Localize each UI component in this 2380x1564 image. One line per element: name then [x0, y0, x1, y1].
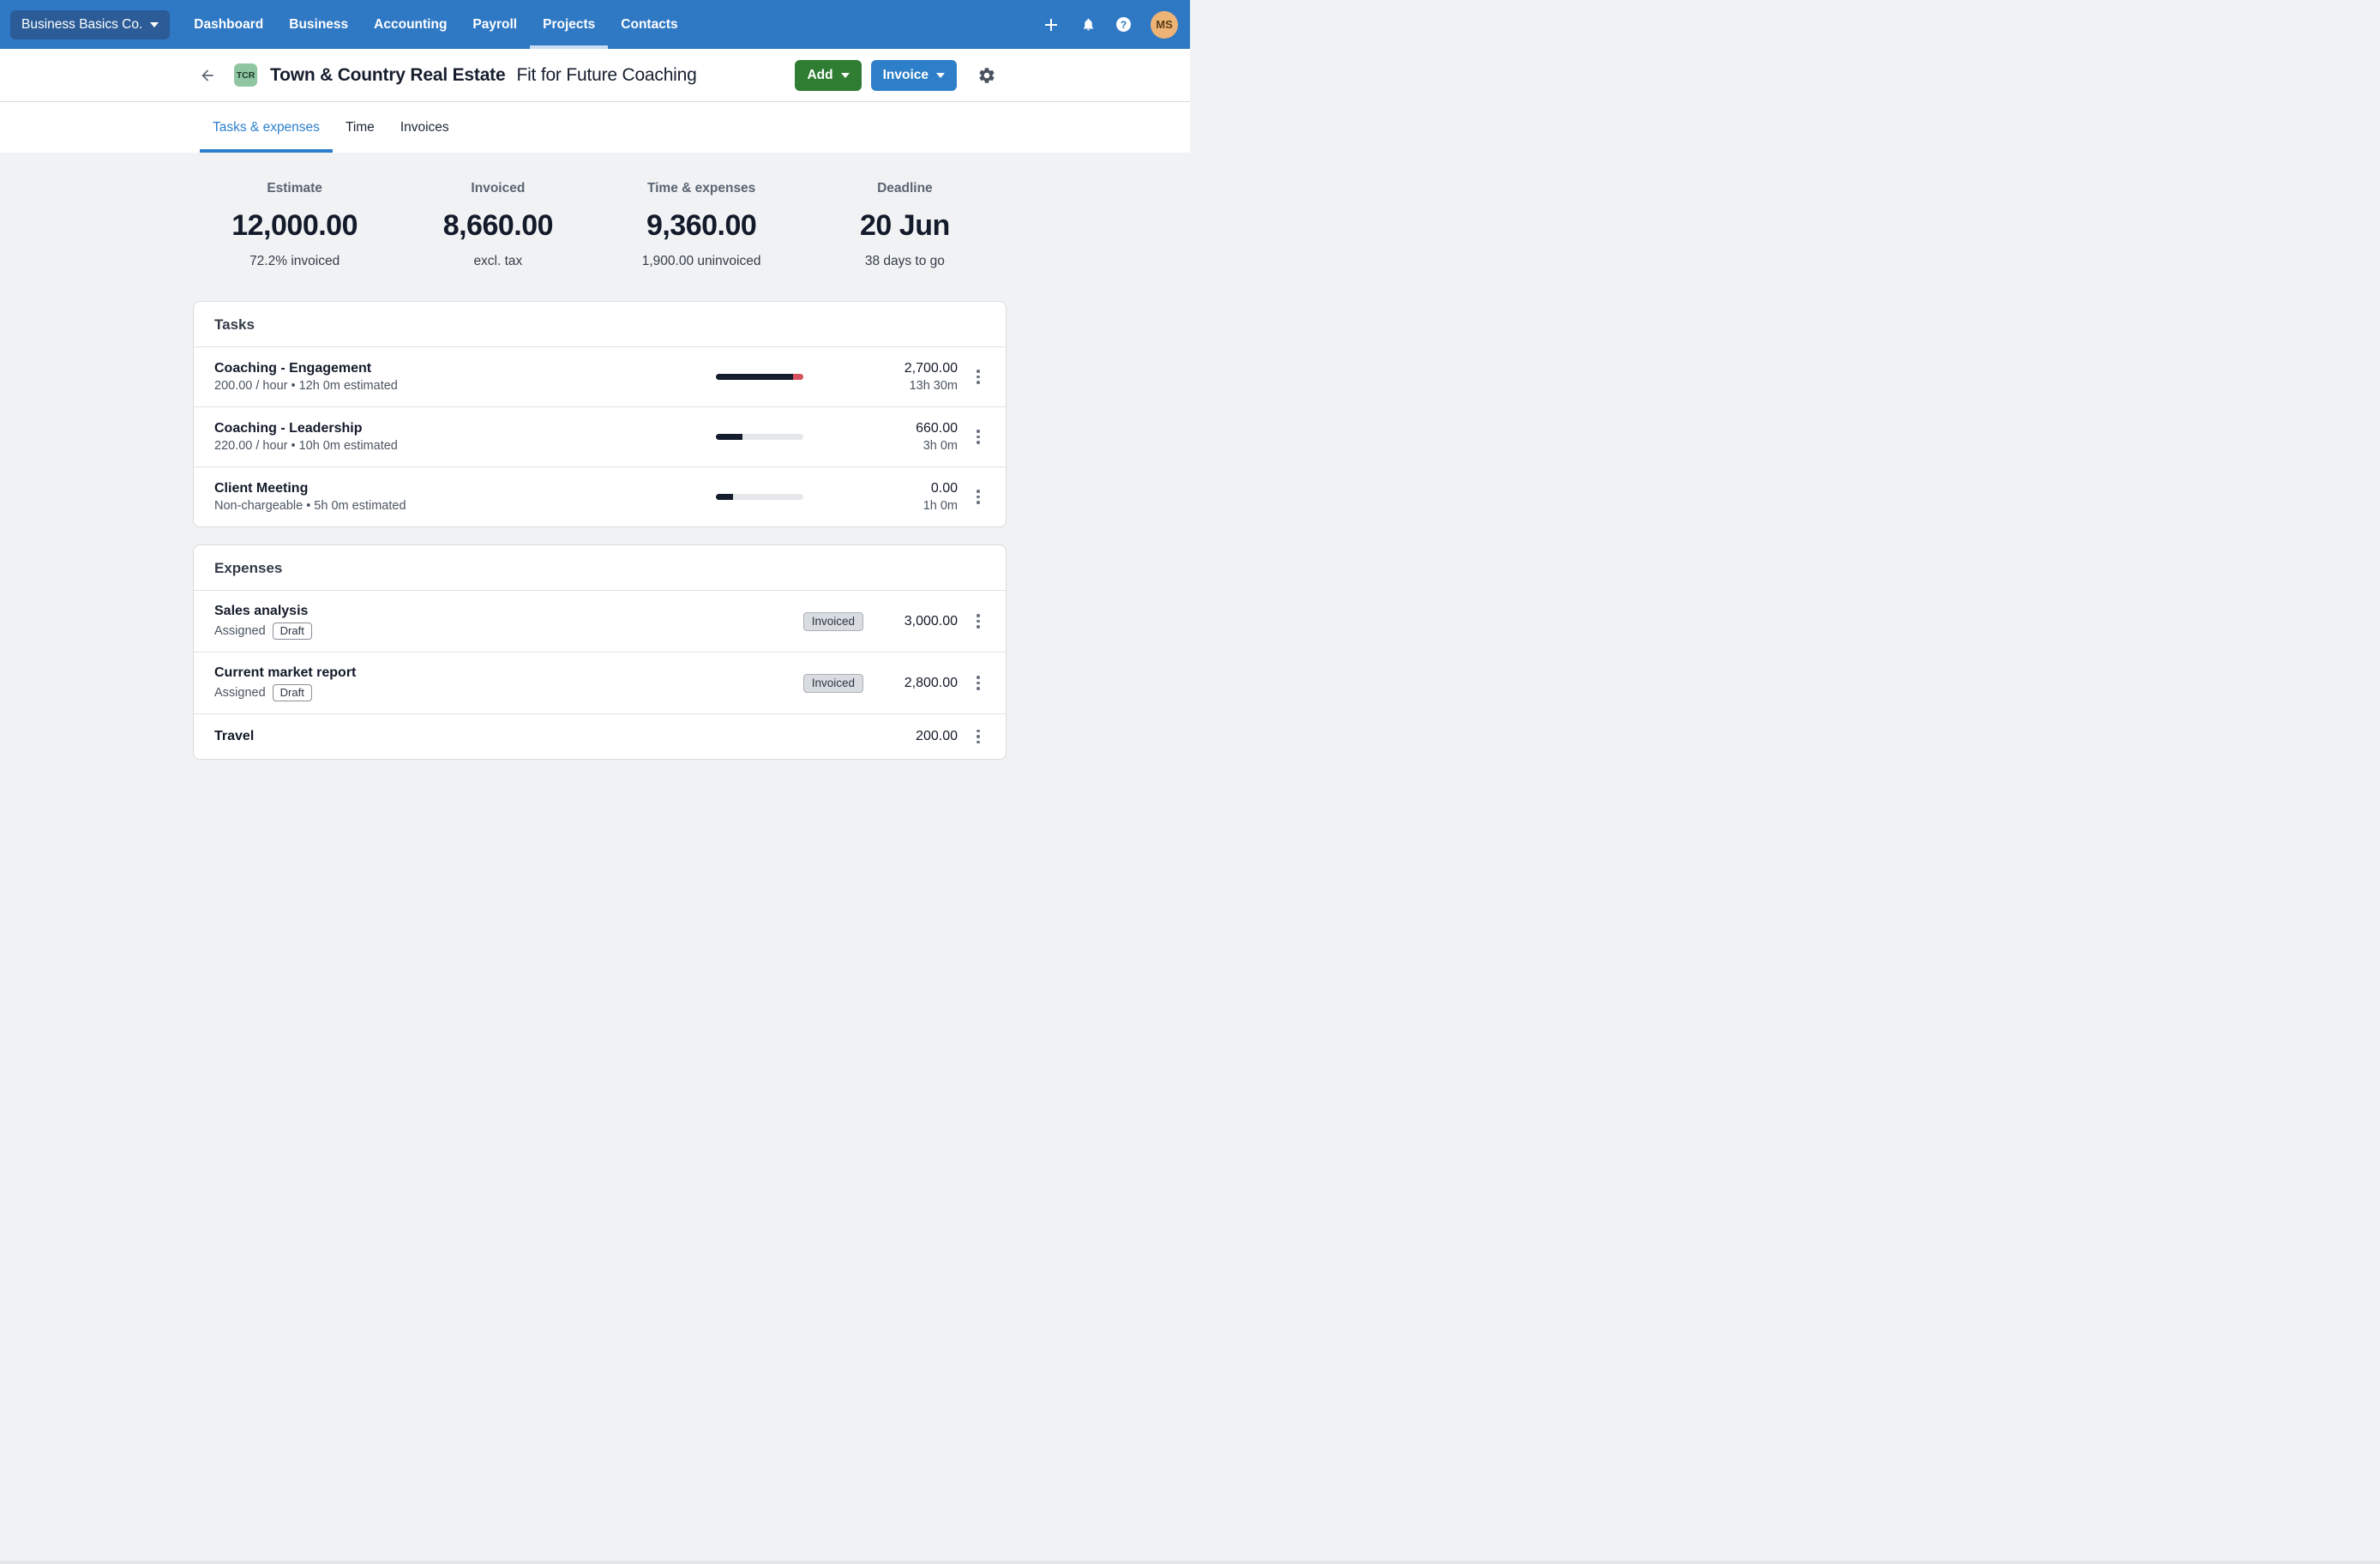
nav-item-business[interactable]: Business — [276, 0, 361, 49]
tab-bar: Tasks & expenses Time Invoices — [0, 102, 1190, 153]
table-row: Sales analysis Assigned Draft Invoiced 3,000… — [194, 590, 1006, 652]
add-button-label: Add — [807, 67, 833, 82]
stat-label: Deadline — [877, 181, 933, 196]
expenses-card-title: Expenses — [214, 560, 283, 576]
tab-time[interactable]: Time — [333, 102, 388, 153]
stat-invoiced: Invoiced 8,660.00 excl. tax — [396, 181, 599, 269]
tab-invoices[interactable]: Invoices — [388, 102, 462, 153]
expense-amount: 2,800.00 — [904, 675, 958, 690]
kebab-menu-icon[interactable] — [963, 482, 994, 513]
chevron-down-icon — [840, 72, 850, 78]
task-amount: 2,700.00 — [904, 361, 958, 376]
invoiced-badge: Invoiced — [802, 673, 863, 693]
project-initials-badge: TCR — [234, 63, 257, 87]
stat-label: Estimate — [267, 181, 322, 196]
header-actions: Add Invoice — [795, 59, 998, 91]
stat-value: 20 Jun — [860, 209, 950, 242]
add-button[interactable]: Add — [795, 59, 862, 91]
expense-name[interactable]: Sales analysis — [214, 604, 803, 619]
chevron-down-icon — [936, 72, 945, 78]
summary-stats: Estimate 12,000.00 72.2% invoiced Invoiced 8… — [193, 181, 1007, 269]
task-time: 13h 30m — [909, 379, 958, 393]
table-row: Client Meeting Non-chargeable • 5h 0m est… — [194, 466, 1006, 526]
kebab-menu-icon[interactable] — [963, 422, 994, 453]
expenses-card: Expenses Sales analysis Assigned Draft Invo… — [193, 544, 1007, 760]
progress-filled — [716, 494, 734, 500]
progress-overrun — [792, 374, 803, 380]
kebab-menu-icon[interactable] — [963, 721, 994, 752]
stat-value: 12,000.00 — [231, 209, 358, 242]
expense-name[interactable]: Current market report — [214, 665, 803, 681]
task-progress-bar — [716, 374, 803, 380]
invoiced-badge: Invoiced — [802, 611, 863, 631]
org-name: Business Basics Co. — [21, 16, 143, 32]
progress-filled — [716, 434, 742, 440]
stat-time-expenses: Time & expenses 9,360.00 1,900.00 uninvoic… — [600, 181, 803, 269]
org-switcher-button[interactable]: Business Basics Co. — [10, 9, 171, 39]
expense-amount: 200.00 — [916, 729, 958, 743]
task-name[interactable]: Client Meeting — [214, 481, 716, 496]
kebab-menu-icon[interactable] — [963, 362, 994, 393]
expense-name[interactable]: Travel — [214, 729, 875, 744]
nav-menu: Dashboard Business Accounting Payroll Projec… — [181, 0, 690, 49]
plus-icon[interactable] — [1043, 16, 1060, 33]
stat-sub: 1,900.00 uninvoiced — [641, 254, 761, 268]
stat-value: 9,360.00 — [646, 209, 757, 242]
table-row: Current market report Assigned Draft Invoic… — [194, 652, 1006, 713]
tab-tasks-expenses[interactable]: Tasks & expenses — [200, 102, 333, 153]
task-time: 3h 0m — [923, 439, 958, 453]
task-detail: 200.00 / hour • 12h 0m estimated — [214, 379, 398, 393]
task-progress-bar — [716, 434, 803, 440]
chevron-down-icon — [150, 21, 159, 27]
project-header: TCR Town & Country Real Estate Fit for F… — [0, 49, 1190, 102]
stat-label: Invoiced — [471, 181, 526, 196]
main-content: Estimate 12,000.00 72.2% invoiced Invoiced 8… — [0, 181, 1190, 810]
stat-value: 8,660.00 — [442, 209, 554, 242]
stat-sub: excl. tax — [473, 254, 523, 268]
stat-sub: 38 days to go — [864, 254, 945, 268]
page-title: Town & Country Real Estate — [270, 64, 506, 85]
avatar[interactable]: MS — [1151, 10, 1178, 39]
stat-sub: 72.2% invoiced — [249, 254, 340, 268]
tasks-card: Tasks Coaching - Engagement 200.00 / hour… — [193, 301, 1007, 527]
bell-icon[interactable] — [1079, 16, 1097, 33]
nav-item-contacts[interactable]: Contacts — [608, 0, 690, 49]
task-name[interactable]: Coaching - Engagement — [214, 361, 716, 376]
nav-item-payroll[interactable]: Payroll — [460, 0, 530, 49]
tasks-card-title: Tasks — [214, 316, 255, 333]
stat-estimate: Estimate 12,000.00 72.2% invoiced — [193, 181, 396, 269]
task-progress-bar — [716, 494, 803, 500]
task-amount: 0.00 — [930, 481, 958, 496]
kebab-menu-icon[interactable] — [963, 606, 994, 637]
task-detail: Non-chargeable • 5h 0m estimated — [214, 499, 406, 513]
expense-assigned-label: Assigned — [214, 685, 266, 700]
project-subtitle: Fit for Future Coaching — [516, 64, 697, 85]
nav-right: ? MS — [1043, 10, 1178, 39]
invoice-button[interactable]: Invoice — [870, 59, 957, 91]
page-bottom-edge — [0, 1561, 2380, 1564]
task-name[interactable]: Coaching - Leadership — [214, 421, 716, 436]
draft-badge: Draft — [272, 683, 312, 701]
task-amount: 660.00 — [916, 421, 958, 436]
help-icon[interactable]: ? — [1116, 17, 1131, 32]
gear-icon[interactable] — [977, 65, 998, 86]
progress-filled — [716, 374, 793, 380]
nav-item-dashboard[interactable]: Dashboard — [181, 0, 276, 49]
draft-badge: Draft — [272, 622, 312, 640]
invoice-button-label: Invoice — [882, 67, 929, 82]
expense-assigned-label: Assigned — [214, 623, 266, 638]
nav-item-accounting[interactable]: Accounting — [361, 0, 460, 49]
stat-deadline: Deadline 20 Jun 38 days to go — [803, 181, 1007, 269]
table-row: Coaching - Leadership 220.00 / hour • 10h… — [194, 406, 1006, 466]
kebab-menu-icon[interactable] — [963, 668, 994, 699]
table-row: Coaching - Engagement 200.00 / hour • 12h… — [194, 346, 1006, 406]
table-row: Travel 200.00 — [194, 713, 1006, 759]
expense-amount: 3,000.00 — [904, 613, 958, 629]
nav-item-projects[interactable]: Projects — [530, 0, 609, 49]
back-arrow-icon[interactable] — [199, 67, 216, 84]
top-nav: Business Basics Co. Dashboard Business Acc… — [0, 0, 1190, 49]
task-time: 1h 0m — [923, 499, 958, 513]
task-detail: 220.00 / hour • 10h 0m estimated — [214, 439, 398, 453]
stat-label: Time & expenses — [646, 181, 756, 196]
